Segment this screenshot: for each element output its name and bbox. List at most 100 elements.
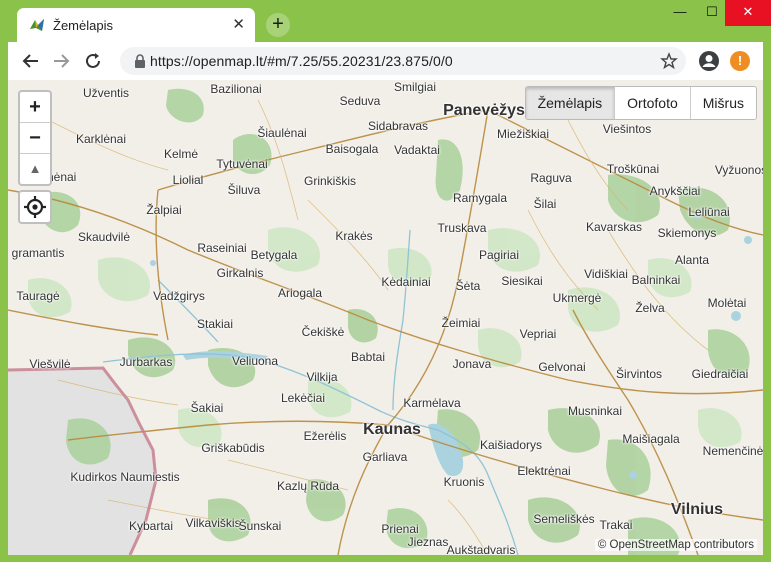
place-label[interactable]: Pagiriai bbox=[479, 248, 519, 262]
place-label[interactable]: Vilkija bbox=[306, 370, 337, 384]
locate-me-button[interactable] bbox=[18, 190, 52, 224]
place-label[interactable]: Balninkai bbox=[632, 273, 681, 287]
place-label[interactable]: Šiaulėnai bbox=[257, 126, 306, 140]
browser-tab[interactable]: Žemėlapis ✕ bbox=[17, 8, 255, 42]
place-label[interactable]: Veliuona bbox=[232, 354, 278, 368]
place-label[interactable]: Kėdainiai bbox=[381, 275, 430, 289]
place-label[interactable]: Kruonis bbox=[444, 475, 485, 489]
place-label[interactable]: Šilai bbox=[534, 197, 557, 211]
place-label[interactable]: Stakiai bbox=[197, 317, 233, 331]
place-label[interactable]: Alanta bbox=[675, 253, 709, 267]
layer-button-0[interactable]: Žemėlapis bbox=[525, 87, 615, 119]
place-label[interactable]: Žalpiai bbox=[146, 203, 181, 217]
place-label[interactable]: Vepriai bbox=[520, 327, 557, 341]
layer-button-1[interactable]: Ortofoto bbox=[614, 87, 690, 119]
place-label[interactable]: Elektrėnai bbox=[517, 464, 570, 478]
back-arrow-icon[interactable] bbox=[20, 50, 42, 72]
place-label[interactable]: Čekiškė bbox=[302, 325, 345, 339]
place-label[interactable]: Babtai bbox=[351, 350, 385, 364]
place-label[interactable]: Širvintos bbox=[616, 367, 662, 381]
place-label[interactable]: Vilkaviškis bbox=[185, 516, 240, 530]
map-attribution[interactable]: © OpenStreetMap contributors bbox=[594, 539, 757, 551]
minimize-button[interactable]: — bbox=[663, 0, 697, 26]
place-label[interactable]: Baisogala bbox=[326, 142, 379, 156]
place-label[interactable]: Kavarskas bbox=[586, 220, 642, 234]
place-label[interactable]: Ramygala bbox=[453, 191, 507, 205]
place-label[interactable]: Musninkai bbox=[568, 404, 622, 418]
map-view[interactable]: Bazilionai Užventis Seduva Smilgiai Panevėžy… bbox=[8, 80, 763, 555]
place-label[interactable]: Betygala bbox=[251, 248, 298, 262]
place-label[interactable]: Jieznas bbox=[408, 535, 449, 549]
place-label[interactable]: Vyžuonos bbox=[715, 163, 763, 177]
place-label[interactable]: Troškūnai bbox=[607, 162, 659, 176]
place-label[interactable]: Griškabūdis bbox=[201, 441, 264, 455]
place-label[interactable]: Šėta bbox=[456, 279, 481, 293]
place-label[interactable]: Aukštadvaris bbox=[447, 543, 516, 555]
place-label[interactable]: Nemenčinė bbox=[703, 444, 763, 458]
place-label[interactable]: Prienai bbox=[381, 522, 418, 536]
place-label[interactable]: Grinkiškis bbox=[304, 174, 356, 188]
place-label[interactable]: Viešintos bbox=[603, 122, 651, 136]
place-label[interactable]: Kudirkos Naumiestis bbox=[70, 470, 179, 484]
place-label[interactable]: Gelvonai bbox=[538, 360, 585, 374]
new-tab-button[interactable]: + bbox=[266, 13, 290, 37]
place-label[interactable]: Miežiškiai bbox=[497, 127, 549, 141]
place-label[interactable]: Skiemonys bbox=[658, 226, 717, 240]
place-label[interactable]: gramantis bbox=[12, 246, 65, 260]
place-label[interactable]: Kaunas bbox=[363, 421, 421, 439]
maximize-button[interactable]: ☐ bbox=[695, 0, 729, 26]
zoom-out-button[interactable]: − bbox=[20, 123, 50, 154]
place-label[interactable]: Kazlų Rūda bbox=[277, 479, 339, 493]
place-label[interactable]: Ežerėlis bbox=[304, 429, 347, 443]
profile-avatar-icon[interactable] bbox=[698, 50, 720, 72]
place-label[interactable]: Giedraičiai bbox=[692, 367, 749, 381]
place-label[interactable]: Leliūnai bbox=[688, 205, 729, 219]
place-label[interactable]: Viešvilė bbox=[29, 357, 70, 371]
place-label[interactable]: Želva bbox=[635, 301, 664, 315]
place-label[interactable]: Žeimiai bbox=[442, 316, 481, 330]
place-label[interactable]: Kelmė bbox=[164, 147, 198, 161]
place-label[interactable]: Seduva bbox=[340, 94, 381, 108]
place-label[interactable]: Vidiškiai bbox=[584, 267, 628, 281]
place-label[interactable]: Molėtai bbox=[708, 296, 747, 310]
place-label[interactable]: Jonava bbox=[453, 357, 492, 371]
place-label[interactable]: Skaudvilė bbox=[78, 230, 130, 244]
place-label[interactable]: Ariogala bbox=[278, 286, 322, 300]
place-label[interactable]: Karmėlava bbox=[403, 396, 460, 410]
place-label[interactable]: Krakės bbox=[335, 229, 372, 243]
close-tab-icon[interactable]: ✕ bbox=[232, 16, 245, 34]
layer-button-2[interactable]: Mišrus bbox=[689, 87, 756, 119]
place-label[interactable]: Tauragė bbox=[16, 289, 59, 303]
place-label[interactable]: Sidabravas bbox=[368, 119, 428, 133]
place-label[interactable]: Vilnius bbox=[671, 501, 723, 519]
place-label[interactable]: Smilgiai bbox=[394, 80, 436, 94]
place-label[interactable]: Šunskai bbox=[239, 519, 282, 533]
place-label[interactable]: Kaišiadorys bbox=[480, 438, 542, 452]
place-label[interactable]: Šakiai bbox=[191, 401, 224, 415]
place-label[interactable]: Raseiniai bbox=[197, 241, 246, 255]
url-text[interactable]: https://openmap.lt/#m/7.25/55.20231/23.8… bbox=[150, 53, 453, 69]
close-window-button[interactable]: ✕ bbox=[725, 0, 771, 26]
place-label[interactable]: Vadaktai bbox=[394, 143, 440, 157]
address-bar[interactable]: https://openmap.lt/#m/7.25/55.20231/23.8… bbox=[120, 47, 686, 75]
place-label[interactable]: Šiluva bbox=[228, 183, 261, 197]
place-label[interactable]: Girkalnis bbox=[217, 266, 264, 280]
place-label[interactable]: Lekėčiai bbox=[281, 391, 325, 405]
place-label[interactable]: Užventis bbox=[83, 86, 129, 100]
place-label[interactable]: Bazilionai bbox=[210, 82, 261, 96]
place-label[interactable]: Vadžgirys bbox=[153, 289, 205, 303]
place-label[interactable]: Ukmergė bbox=[553, 291, 602, 305]
place-label[interactable]: Maišiagala bbox=[622, 432, 679, 446]
reset-north-button[interactable]: ▲ bbox=[20, 154, 50, 184]
place-label[interactable]: Tytuvėnai bbox=[216, 157, 267, 171]
place-label[interactable]: Panevėžys bbox=[443, 102, 525, 120]
place-label[interactable]: Siesikai bbox=[501, 274, 542, 288]
place-label[interactable]: Kybartai bbox=[129, 519, 173, 533]
place-label[interactable]: Garliava bbox=[363, 450, 408, 464]
reload-icon[interactable] bbox=[82, 50, 104, 72]
place-label[interactable]: Raguva bbox=[530, 171, 571, 185]
place-label[interactable]: Karklėnai bbox=[76, 132, 126, 146]
update-available-icon[interactable]: ! bbox=[730, 51, 750, 71]
place-label[interactable]: Semeliškės bbox=[533, 512, 594, 526]
place-label[interactable]: Jurbarkas bbox=[120, 355, 173, 369]
